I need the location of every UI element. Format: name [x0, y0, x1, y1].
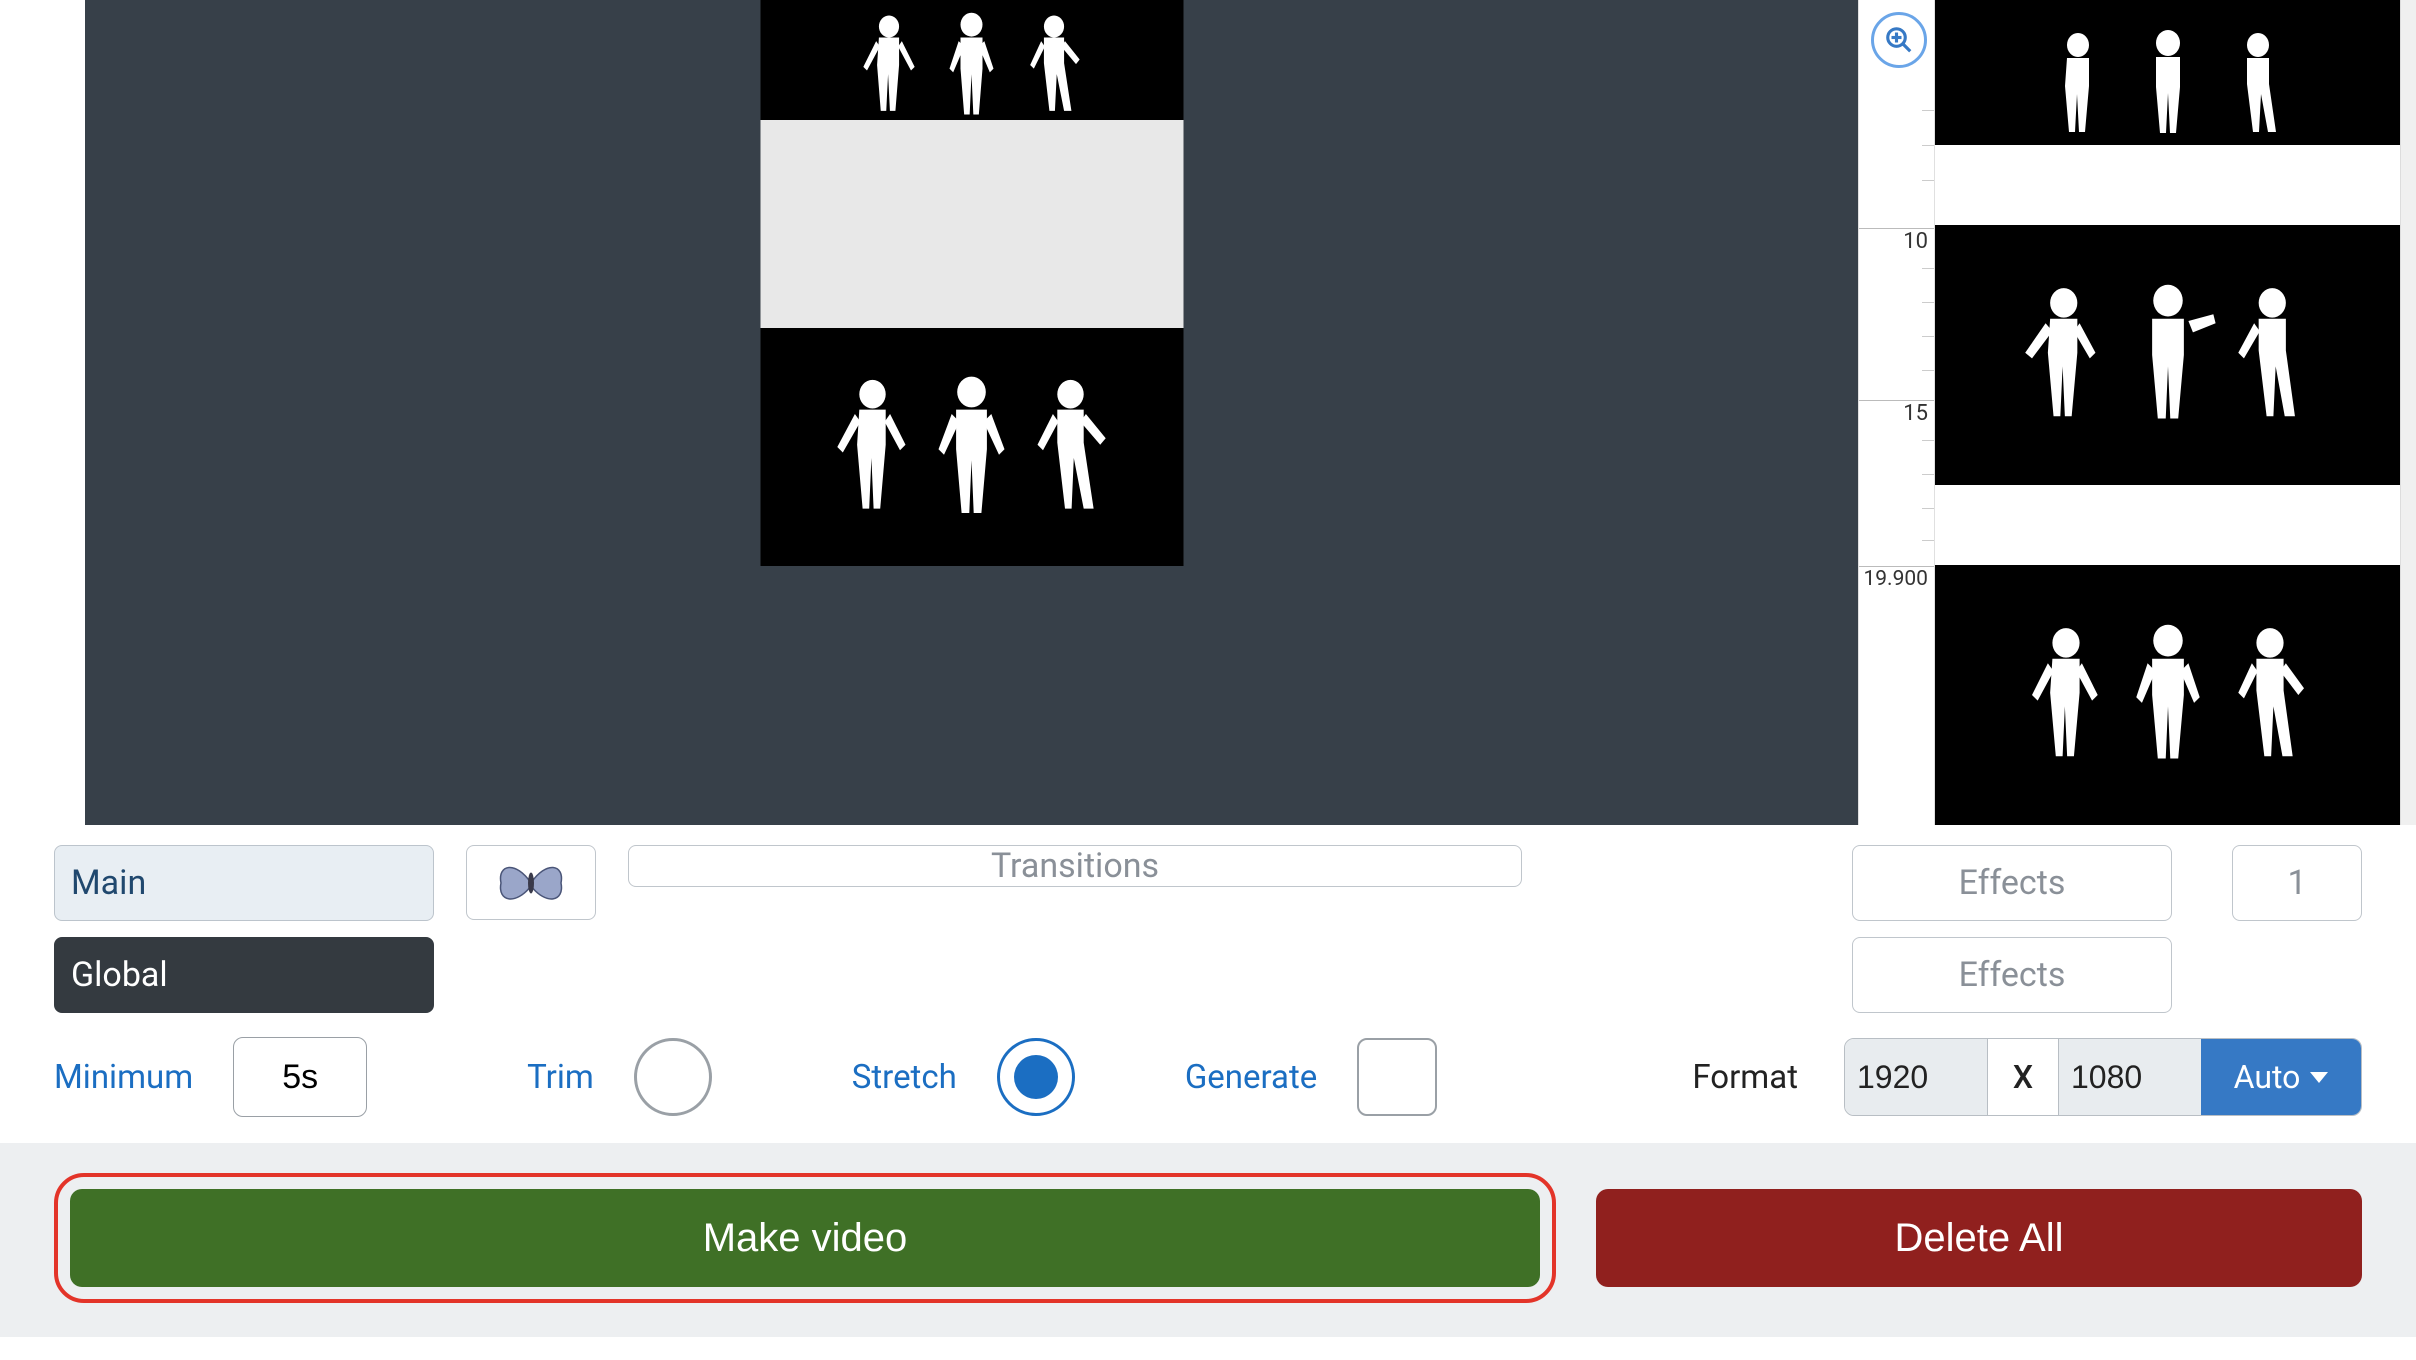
format-width-input[interactable] — [1845, 1039, 1987, 1115]
minimum-input[interactable] — [233, 1037, 367, 1117]
ruler-tick-15: 15 — [1903, 401, 1928, 426]
tab-main[interactable]: Main — [54, 845, 434, 921]
format-auto-label: Auto — [2234, 1058, 2301, 1096]
generate-label[interactable]: Generate — [1185, 1058, 1317, 1097]
timeline-thumbs[interactable] — [1935, 0, 2400, 825]
format-label: Format — [1692, 1058, 1798, 1097]
minimum-label[interactable]: Minimum — [54, 1058, 193, 1097]
format-separator: X — [1987, 1039, 2059, 1115]
format-group: X Auto — [1844, 1038, 2362, 1116]
silhouette-group-icon — [1998, 245, 2338, 465]
ruler-tick-end: 19.900 — [1863, 567, 1928, 591]
stretch-label[interactable]: Stretch — [852, 1058, 957, 1097]
chevron-down-icon — [2310, 1072, 2328, 1083]
preview-stack — [760, 0, 1183, 566]
trim-label[interactable]: Trim — [527, 1058, 594, 1097]
silhouette-group-icon — [807, 342, 1137, 552]
make-video-button[interactable]: Make video — [70, 1189, 1540, 1287]
preview-frame-bottom — [760, 328, 1183, 566]
preview-gap — [760, 120, 1183, 328]
silhouette-group-icon — [2018, 15, 2318, 145]
make-video-highlight: Make video — [54, 1173, 1556, 1303]
ruler-tick-10: 10 — [1903, 229, 1928, 254]
silhouette-group-icon — [822, 10, 1122, 120]
effects-button-bottom[interactable]: Effects — [1852, 937, 2172, 1013]
zoom-in-icon — [1884, 25, 1914, 55]
delete-all-button[interactable]: Delete All — [1596, 1189, 2362, 1287]
preview-panel — [85, 0, 1858, 825]
scrollbar[interactable] — [2400, 0, 2416, 825]
butterfly-icon — [492, 853, 570, 913]
radio-trim[interactable] — [634, 1038, 712, 1116]
asset-thumbnail[interactable] — [466, 845, 596, 920]
format-auto-dropdown[interactable]: Auto — [2201, 1039, 2361, 1115]
timeline-thumb[interactable] — [1935, 225, 2400, 485]
timeline-ruler[interactable]: 10 15 19.900 — [1859, 0, 1935, 825]
transitions-button[interactable]: Transitions — [628, 845, 1522, 887]
radio-stretch[interactable] — [997, 1038, 1075, 1116]
tab-global[interactable]: Global — [54, 937, 434, 1013]
format-height-input[interactable] — [2059, 1039, 2201, 1115]
effects-button-top[interactable]: Effects — [1852, 845, 2172, 921]
bottom-action-bar: Make video Delete All — [0, 1143, 2416, 1337]
zoom-in-button[interactable] — [1871, 12, 1927, 68]
effects-count: 1 — [2232, 845, 2362, 921]
timeline-thumb[interactable] — [1935, 0, 2400, 145]
timeline-thumb[interactable] — [1935, 565, 2400, 825]
checkbox-generate[interactable] — [1357, 1038, 1437, 1116]
silhouette-group-icon — [1998, 585, 2338, 805]
preview-frame-top — [760, 0, 1183, 120]
timeline-panel: 10 15 19.900 — [1858, 0, 2400, 825]
